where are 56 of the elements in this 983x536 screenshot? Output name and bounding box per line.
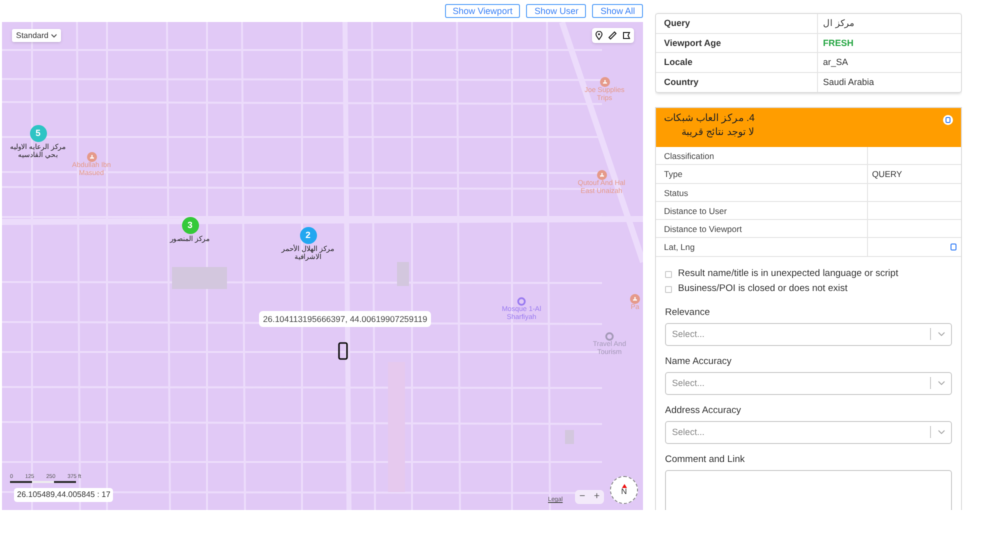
north-arrow-icon bbox=[622, 484, 626, 488]
ring-marker-icon bbox=[605, 332, 614, 341]
info-label: Locale bbox=[656, 53, 818, 72]
building-block bbox=[565, 430, 574, 444]
result-title: 4. مركز العاب شبكات bbox=[664, 112, 755, 126]
detail-label: Status bbox=[656, 184, 868, 201]
info-label: Query bbox=[656, 14, 818, 32]
field-label: Relevance bbox=[665, 306, 711, 320]
ring-marker-icon bbox=[517, 297, 526, 306]
map-view-button[interactable]: Show All bbox=[592, 4, 643, 18]
detail-label: Distance to User bbox=[656, 202, 868, 220]
info-value: Saudi Arabia bbox=[822, 76, 876, 88]
place-marker-icon bbox=[596, 170, 606, 180]
select-field[interactable]: Select... bbox=[665, 322, 952, 346]
copy-icon[interactable] bbox=[950, 243, 957, 252]
phone-icon bbox=[338, 342, 348, 360]
place-marker-icon bbox=[600, 77, 610, 87]
zoom-out-button[interactable]: − bbox=[579, 492, 586, 502]
info-value: مركز ال bbox=[822, 17, 856, 30]
ruler-icon[interactable] bbox=[608, 31, 617, 40]
field-label: Address Accuracy bbox=[665, 404, 742, 418]
select-field[interactable]: Select... bbox=[665, 420, 952, 444]
field-label: Comment and Link bbox=[665, 452, 746, 467]
detail-value: QUERY bbox=[872, 168, 902, 180]
result-subtitle: لا توجد نتائج قريبة bbox=[681, 126, 755, 140]
detail-label: Distance to Viewport bbox=[656, 220, 868, 238]
info-value: FRESH bbox=[822, 36, 855, 50]
chevron-down-icon bbox=[938, 430, 945, 434]
checkbox-label: Result name/title is in unexpected language or script bbox=[678, 267, 898, 282]
select-field[interactable]: Select... bbox=[665, 372, 952, 395]
checkbox[interactable] bbox=[665, 286, 672, 293]
detail-label: Type bbox=[656, 165, 868, 183]
chevron-down-icon bbox=[938, 381, 945, 386]
zoom-in-button[interactable]: + bbox=[594, 492, 600, 502]
building-block bbox=[172, 267, 227, 289]
coordinate-tooltip: 26.104113195666397, 44.00619907259119 bbox=[259, 311, 432, 327]
detail-label: Lat, Lng bbox=[656, 238, 868, 256]
map-view-button[interactable]: Show User bbox=[526, 4, 586, 18]
center-coordinate-readout: 26.105489,44.005845 : 17 bbox=[14, 488, 114, 502]
pin-icon[interactable] bbox=[595, 31, 603, 40]
info-value: ar_SA bbox=[822, 56, 850, 69]
map-view-button[interactable]: Show Viewport bbox=[444, 4, 520, 18]
place-marker-icon bbox=[630, 294, 640, 304]
chevron-down-icon bbox=[51, 34, 58, 38]
detail-label: Classification bbox=[656, 147, 868, 164]
map-style-select[interactable]: Standard bbox=[12, 29, 62, 42]
field-label: Name Accuracy bbox=[665, 354, 733, 369]
copy-icon[interactable] bbox=[943, 115, 953, 125]
building-block bbox=[397, 262, 409, 286]
place-marker-icon bbox=[86, 152, 96, 162]
chevron-down-icon bbox=[938, 332, 945, 336]
checkbox[interactable] bbox=[665, 270, 672, 278]
checkbox-label: Business/POI is closed or does not exist bbox=[678, 282, 848, 296]
polygon-icon[interactable] bbox=[622, 31, 631, 40]
info-label: Viewport Age bbox=[656, 34, 818, 52]
info-label: Country bbox=[656, 72, 818, 92]
